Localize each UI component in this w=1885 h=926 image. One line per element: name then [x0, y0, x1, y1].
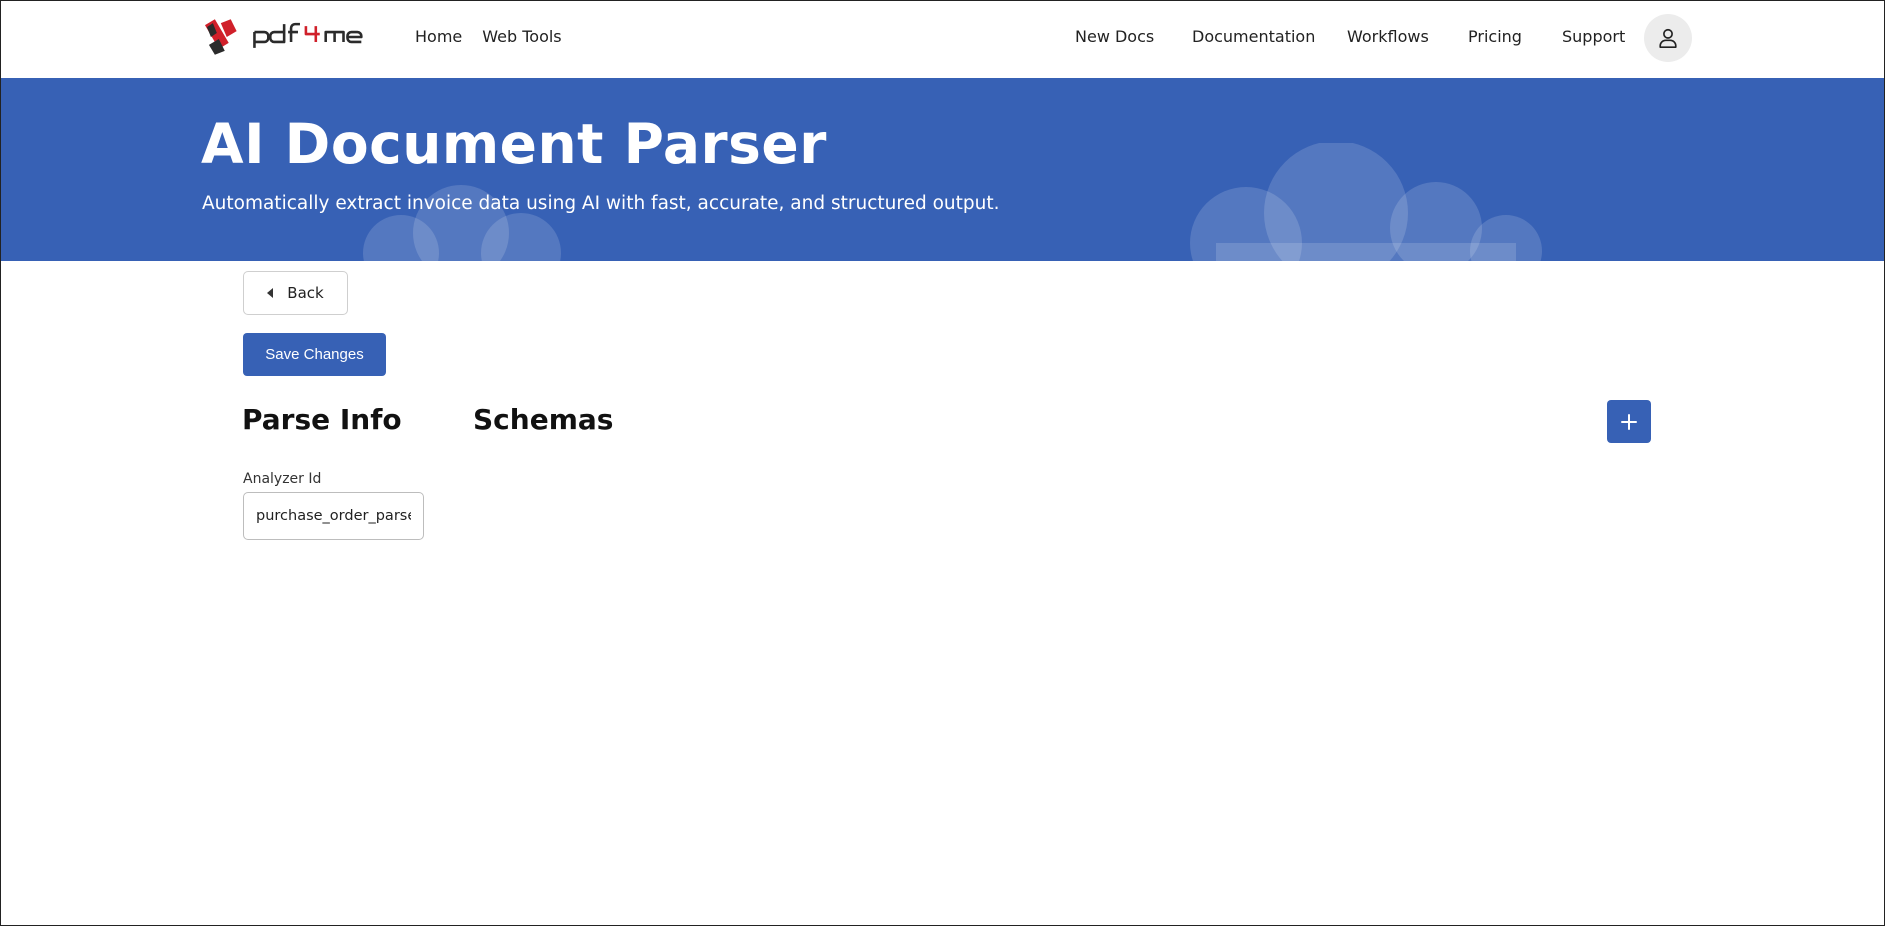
page-title: AI Document Parser [201, 112, 827, 176]
nav-left: Home Web Tools [415, 27, 562, 46]
nav-pricing[interactable]: Pricing [1468, 27, 1522, 46]
logo-text: pdf4me [203, 17, 207, 18]
pdf4me-logo[interactable]: pdf4me [203, 17, 391, 57]
add-schema-button[interactable] [1607, 400, 1651, 443]
page-subtitle: Automatically extract invoice data using… [202, 193, 1000, 214]
nav-new-docs[interactable]: New Docs [1075, 27, 1154, 46]
caret-left-icon [267, 288, 274, 298]
user-icon [1659, 28, 1677, 48]
nav-documentation[interactable]: Documentation [1192, 27, 1315, 46]
analyzer-id-input[interactable] [243, 492, 424, 540]
account-button[interactable] [1644, 14, 1692, 62]
save-changes-button[interactable]: Save Changes [243, 333, 386, 376]
nav-workflows[interactable]: Workflows [1347, 27, 1429, 46]
cloud-decoration-right [1190, 143, 1542, 261]
back-button[interactable]: Back [243, 271, 348, 315]
top-navigation: pdf4me Home Web Tools New Docs Documenta… [1, 1, 1884, 78]
cloud-decoration-left [363, 185, 561, 261]
plus-icon [1621, 413, 1637, 430]
logo-mark: pdf4me [203, 17, 363, 55]
nav-support[interactable]: Support [1562, 27, 1625, 46]
parse-info-heading: Parse Info [242, 403, 402, 436]
nav-home[interactable]: Home [415, 27, 462, 46]
schemas-heading: Schemas [473, 403, 614, 436]
analyzer-id-label: Analyzer Id [243, 471, 322, 487]
hero-banner: AI Document Parser Automatically extract… [1, 78, 1884, 261]
nav-web-tools[interactable]: Web Tools [482, 27, 561, 46]
back-button-label: Back [287, 284, 324, 302]
